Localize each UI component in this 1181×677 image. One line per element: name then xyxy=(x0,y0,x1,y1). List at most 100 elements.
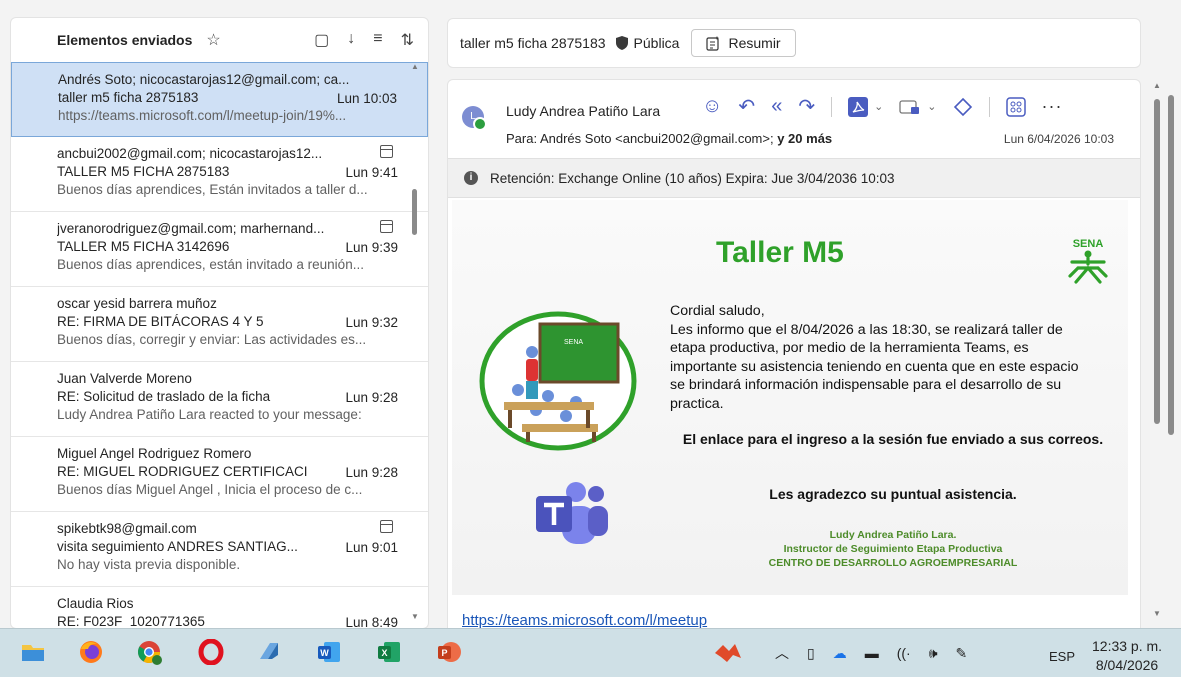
list-item[interactable]: Miguel Angel Rodriguez Romero RE: MIGUEL … xyxy=(11,437,428,512)
recipients-text: Para: Andrés Soto <ancbui2002@gmail.com>… xyxy=(506,131,774,146)
pdf-chevron-down-icon[interactable]: ⌄ xyxy=(874,100,883,113)
chrome-icon[interactable] xyxy=(136,639,162,665)
list-item[interactable]: Claudia Rios RE: F023F_1020771365 Lun 8:49 xyxy=(11,587,428,629)
app-shortcut-icon[interactable] xyxy=(256,639,282,665)
favorite-star-icon[interactable]: ☆ xyxy=(206,30,220,50)
list-item-time: Lun 8:49 xyxy=(345,615,398,629)
reader-scroll-up-icon[interactable]: ▲ xyxy=(1153,81,1161,90)
jump-down-icon[interactable]: ↓ xyxy=(347,30,355,50)
pdf-icon[interactable] xyxy=(848,96,869,117)
page-scrollbar[interactable] xyxy=(1166,55,1176,615)
flyer-thanks: Les agradezco su puntual asistencia. xyxy=(769,486,1017,502)
office-tray-icon[interactable] xyxy=(712,639,744,665)
apps-grid-icon[interactable] xyxy=(1005,96,1026,117)
calendar-icon xyxy=(380,520,393,533)
sender-name[interactable]: Ludy Andrea Patiño Lara xyxy=(506,103,660,119)
retention-text: Retención: Exchange Online (10 años) Exp… xyxy=(490,170,895,186)
list-item-subject: RE: MIGUEL RODRIGUEZ CERTIFICACI... xyxy=(57,464,307,479)
flyer-title: Taller M5 xyxy=(716,236,844,269)
excel-icon[interactable]: X xyxy=(376,639,402,665)
board-sena-text: SENA xyxy=(564,339,583,346)
list-item-time: Lun 9:28 xyxy=(345,465,398,480)
classroom-illustration: SENA xyxy=(479,311,637,451)
shield-icon xyxy=(615,36,628,50)
list-item[interactable]: Andrés Soto; nicocastarojas12@gmail.com;… xyxy=(11,62,428,137)
apps-chevron-down-icon[interactable]: ⌄ xyxy=(927,100,936,113)
tag-icon[interactable] xyxy=(953,97,973,117)
list-item-time: Lun 9:28 xyxy=(345,390,398,405)
calendar-icon xyxy=(380,220,393,233)
summarize-icon xyxy=(706,35,720,51)
list-item[interactable]: Juan Valverde Moreno RE: Solicitud de tra… xyxy=(11,362,428,437)
flyer-link-note: El enlace para el ingreso a la sesión fu… xyxy=(682,431,1104,447)
list-item-subject: TALLER M5 FICHA 2875183 xyxy=(57,164,230,179)
firefox-icon[interactable] xyxy=(78,639,104,665)
forward-icon[interactable]: ↷ xyxy=(798,94,815,119)
clock[interactable]: 12:33 p. m. 8/04/2026 xyxy=(1092,637,1162,675)
signature-center: CENTRO DE DESARROLLO AGROEMPRESARIAL xyxy=(768,557,1018,569)
more-options-icon[interactable]: ··· xyxy=(1042,96,1063,117)
message-subject: taller m5 ficha 2875183 xyxy=(460,35,606,51)
list-item[interactable]: spikebtk98@gmail.com visita seguimiento A… xyxy=(11,512,428,587)
sena-logo-text: SENA xyxy=(1073,238,1104,250)
more-recipients-link[interactable]: y 20 más xyxy=(777,131,832,146)
list-item-subject: visita seguimiento ANDRES SANTIAG... xyxy=(57,539,298,554)
reply-icon[interactable]: ↶ xyxy=(738,94,755,119)
battery-icon[interactable]: ▬ xyxy=(865,645,879,661)
reader-scrollbar[interactable]: ▲ ▼ xyxy=(1150,79,1164,629)
list-item-time: Lun 9:32 xyxy=(345,315,398,330)
recipients-line: Para: Andrés Soto <ancbui2002@gmail.com>… xyxy=(506,131,832,146)
list-item-from: jveranorodriguez@gmail.com; marhernand..… xyxy=(57,221,325,236)
onedrive-cloud-icon[interactable]: ☁ xyxy=(833,645,847,662)
reader-scroll-down-icon[interactable]: ▼ xyxy=(1153,609,1161,618)
summarize-button[interactable]: Resumir xyxy=(691,29,796,57)
list-item-preview: Ludy Andrea Patiño Lara reacted to your … xyxy=(57,407,362,422)
svg-text:P: P xyxy=(441,648,447,658)
meeting-link[interactable]: https://teams.microsoft.com/l/meetup xyxy=(462,612,707,628)
file-explorer-icon[interactable] xyxy=(20,639,46,665)
signature-role: Instructor de Seguimiento Etapa Producti… xyxy=(783,543,1003,555)
list-item-subject: RE: F023F_1020771365 xyxy=(57,614,205,629)
list-header: Elementos enviados ☆ ▢ ↓ ≡ ⇅ xyxy=(11,18,428,62)
list-item[interactable]: ancbui2002@gmail.com; nicocastarojas12..… xyxy=(11,137,428,212)
message-list: Andrés Soto; nicocastarojas12@gmail.com;… xyxy=(11,62,428,629)
volume-icon[interactable]: 🕪 xyxy=(929,645,938,662)
filter-icon[interactable]: ≡ xyxy=(373,30,382,50)
list-item[interactable]: jveranorodriguez@gmail.com; marhernand..… xyxy=(11,212,428,287)
word-icon[interactable]: W xyxy=(316,639,342,665)
toolbar-divider-2 xyxy=(988,96,990,117)
teams-logo-icon xyxy=(536,482,608,544)
powerpoint-icon[interactable]: P xyxy=(436,639,462,665)
apps-view-icon[interactable] xyxy=(899,98,921,116)
flyer-body-line: Les informo que el 8/04/2026 a las 18:30… xyxy=(670,321,1063,338)
scroll-down-icon[interactable]: ▼ xyxy=(411,612,419,621)
scroll-up-icon[interactable]: ▲ xyxy=(411,62,419,71)
reply-all-icon[interactable]: « xyxy=(771,95,782,118)
sort-icon[interactable]: ⇅ xyxy=(401,30,414,50)
presence-available-icon xyxy=(473,117,487,131)
tablet-icon[interactable]: ▯ xyxy=(807,645,815,662)
select-mode-icon[interactable]: ▢ xyxy=(314,30,329,50)
list-tools: ▢ ↓ ≡ ⇅ xyxy=(314,30,414,50)
list-item-from: Claudia Rios xyxy=(57,596,134,611)
list-scroll-thumb[interactable] xyxy=(412,189,417,235)
svg-text:W: W xyxy=(320,648,329,658)
input-language[interactable]: ESP xyxy=(1049,649,1075,664)
pen-icon[interactable]: ✎ xyxy=(956,645,968,662)
list-item-preview: Buenos días aprendices, están invitado a… xyxy=(57,257,364,272)
show-hidden-icons-chevron-up-icon[interactable]: ︿ xyxy=(775,643,789,663)
calendar-icon xyxy=(380,145,393,158)
page-scroll-thumb[interactable] xyxy=(1168,95,1174,435)
list-item-from: Juan Valverde Moreno xyxy=(57,371,192,386)
wifi-icon[interactable]: ((· xyxy=(897,645,911,661)
list-scrollbar[interactable]: ▲ ▼ xyxy=(409,62,419,622)
list-item-from: Andrés Soto; nicocastarojas12@gmail.com;… xyxy=(58,72,350,87)
list-item-preview: Buenos días, corregir y enviar: Las acti… xyxy=(57,332,367,347)
toolbar-divider xyxy=(831,96,833,117)
reader-scroll-thumb[interactable] xyxy=(1154,99,1160,424)
emoji-react-icon[interactable]: ☺ xyxy=(702,95,722,118)
list-item[interactable]: oscar yesid barrera muñoz RE: FIRMA DE BI… xyxy=(11,287,428,362)
list-item-preview: No hay vista previa disponible. xyxy=(57,557,241,572)
opera-icon[interactable] xyxy=(198,639,224,665)
avatar[interactable]: L xyxy=(462,106,487,131)
